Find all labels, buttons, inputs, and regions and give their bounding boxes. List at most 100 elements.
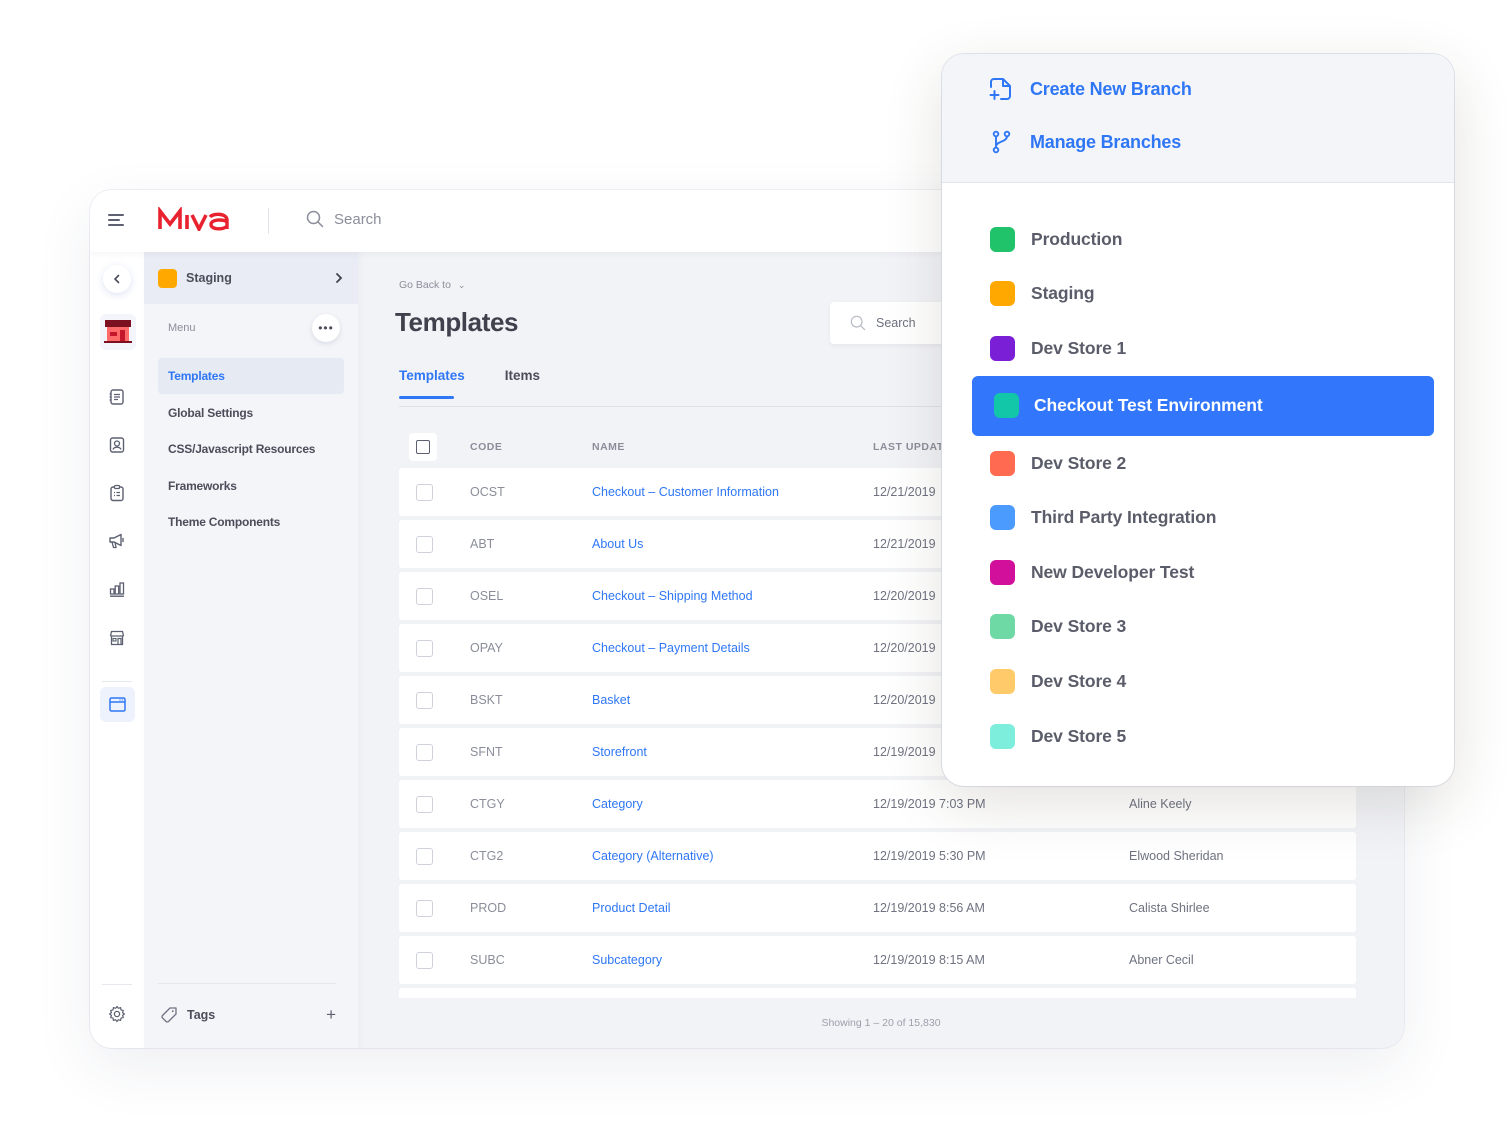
menu-item-global-settings[interactable]: Global Settings (158, 395, 344, 431)
marketing-icon[interactable] (103, 527, 131, 555)
branch-item-dev-store-3[interactable]: Dev Store 3 (942, 600, 1454, 655)
row-checkbox[interactable] (416, 743, 433, 761)
manage-branches-label: Manage Branches (1030, 131, 1182, 152)
row-checkbox[interactable] (416, 847, 433, 865)
rail-divider (102, 984, 132, 985)
row-date: 12/20/2019 (873, 693, 936, 707)
branch-item-production[interactable]: Production (942, 212, 1454, 267)
select-all-checkbox[interactable] (416, 440, 430, 454)
select-all-wrapper (409, 433, 437, 461)
table-row[interactable]: CTGY Category 12/19/2019 7:03 PM Aline Keel… (399, 780, 1356, 828)
orders-icon[interactable] (103, 383, 131, 411)
add-tag-icon[interactable]: + (326, 1005, 336, 1025)
storefront-icon[interactable] (103, 624, 131, 652)
branch-icon (992, 130, 1011, 154)
table-row-partial (399, 988, 1356, 998)
branch-item-new-developer-test[interactable]: New Developer Test (942, 545, 1454, 600)
row-name-link[interactable]: Category (Alternative) (592, 849, 714, 863)
tag-icon (161, 1007, 177, 1023)
row-code: BSKT (470, 693, 503, 707)
row-checkbox[interactable] (416, 639, 433, 657)
table-row[interactable]: PROD Product Detail 12/19/2019 8:56 AM Cali… (399, 884, 1356, 932)
row-checkbox[interactable] (416, 483, 433, 501)
row-name-link[interactable]: Basket (592, 693, 630, 707)
branch-item-third-party-integration[interactable]: Third Party Integration (942, 490, 1454, 545)
chevron-left-icon (113, 274, 120, 284)
customers-icon[interactable] (103, 431, 131, 459)
menu-list: Templates Global Settings CSS/Javascript… (144, 352, 358, 540)
branch-label: Checkout Test Environment (1034, 395, 1263, 416)
miva-logo-mark (158, 205, 229, 234)
menu-item-templates[interactable]: Templates (158, 358, 344, 394)
column-header-name[interactable]: NAME (592, 441, 625, 453)
branch-item-dev-store-1[interactable]: Dev Store 1 (942, 321, 1454, 376)
table-row[interactable]: SUBC Subcategory 12/19/2019 8:15 AM Abner C… (399, 936, 1356, 984)
go-back-dropdown[interactable]: Go Back to ⌄ (399, 279, 465, 291)
top-search-input[interactable]: Search (306, 210, 382, 228)
go-back-label: Go Back to (399, 279, 451, 291)
row-name-link[interactable]: About Us (592, 537, 643, 551)
menu-item-css-js-resources[interactable]: CSS/Javascript Resources (158, 431, 344, 467)
table-row[interactable]: CTG2 Category (Alternative) 12/19/2019 5:3… (399, 832, 1356, 880)
row-code: CTG2 (470, 849, 504, 863)
row-name-link[interactable]: Storefront (592, 745, 647, 759)
store-avatar[interactable] (100, 314, 136, 350)
branch-item-dev-store-2[interactable]: Dev Store 2 (942, 436, 1454, 491)
store-switcher[interactable]: Staging (144, 252, 358, 304)
row-name-link[interactable]: Product Detail (592, 901, 671, 915)
branch-color-swatch (990, 668, 1015, 694)
settings-icon[interactable] (103, 1000, 131, 1028)
row-name-link[interactable]: Checkout – Customer Information (592, 485, 779, 499)
menu-item-frameworks[interactable]: Frameworks (158, 468, 344, 504)
row-checkbox[interactable] (416, 535, 433, 553)
store-name: Staging (186, 271, 232, 285)
manage-branches-button[interactable]: Manage Branches (988, 129, 1454, 155)
row-name-link[interactable]: Checkout – Shipping Method (592, 589, 753, 603)
search-icon (306, 210, 324, 228)
secondary-nav: Staging Menu ••• Templates Global Settin… (144, 252, 358, 1048)
row-name-link[interactable]: Subcategory (592, 953, 662, 967)
branch-item-dev-store-4[interactable]: Dev Store 4 (942, 654, 1454, 709)
branch-item-checkout-test-environment[interactable]: Checkout Test Environment (972, 375, 1434, 436)
more-options-button[interactable]: ••• (312, 314, 340, 342)
row-checkbox[interactable] (416, 795, 433, 813)
branch-label: Dev Store 4 (1031, 670, 1127, 691)
collapse-sidebar-button[interactable] (103, 265, 131, 293)
row-checkbox[interactable] (416, 587, 433, 605)
clipboard-icon[interactable] (103, 479, 131, 507)
tags-label: Tags (187, 1008, 216, 1022)
row-user: Elwood Sheridan (1129, 849, 1224, 863)
create-new-branch-label: Create New Branch (1030, 78, 1192, 99)
row-date: 12/20/2019 (873, 641, 936, 655)
pagination-summary: Showing 1 – 20 of 15,830 (821, 1017, 941, 1029)
branch-color-swatch (990, 559, 1015, 585)
hamburger-menu-icon[interactable] (108, 214, 124, 228)
branch-list: Production Staging Dev Store 1 Checkout … (942, 183, 1454, 763)
row-checkbox[interactable] (416, 899, 433, 917)
create-new-branch-button[interactable]: Create New Branch (988, 76, 1454, 102)
column-header-code[interactable]: CODE (470, 441, 502, 453)
tab-templates[interactable]: Templates (399, 368, 465, 399)
menu-item-theme-components[interactable]: Theme Components (158, 504, 344, 540)
more-horizontal-icon: ••• (318, 321, 334, 335)
row-checkbox[interactable] (416, 691, 433, 709)
tags-section[interactable]: Tags + (160, 1004, 336, 1026)
templates-icon[interactable] (100, 687, 135, 722)
branch-item-dev-store-5[interactable]: Dev Store 5 (942, 709, 1454, 764)
column-header-last-updated[interactable]: LAST UPDAT (873, 441, 944, 453)
reports-icon[interactable] (103, 575, 131, 603)
branch-color-swatch (990, 226, 1015, 252)
branch-item-staging[interactable]: Staging (942, 267, 1454, 322)
page-title: Templates (395, 307, 519, 337)
miva-logo[interactable] (158, 205, 230, 236)
tab-items[interactable]: Items (505, 368, 540, 397)
row-date: 12/19/2019 (873, 745, 936, 759)
branch-label: Third Party Integration (1031, 507, 1217, 528)
row-name-link[interactable]: Category (592, 797, 643, 811)
row-user: Calista Shirlee (1129, 901, 1210, 915)
top-divider (268, 208, 269, 234)
branch-label: Dev Store 2 (1031, 452, 1127, 473)
branch-color-swatch (994, 393, 1019, 419)
row-checkbox[interactable] (416, 951, 433, 969)
row-name-link[interactable]: Checkout – Payment Details (592, 641, 750, 655)
